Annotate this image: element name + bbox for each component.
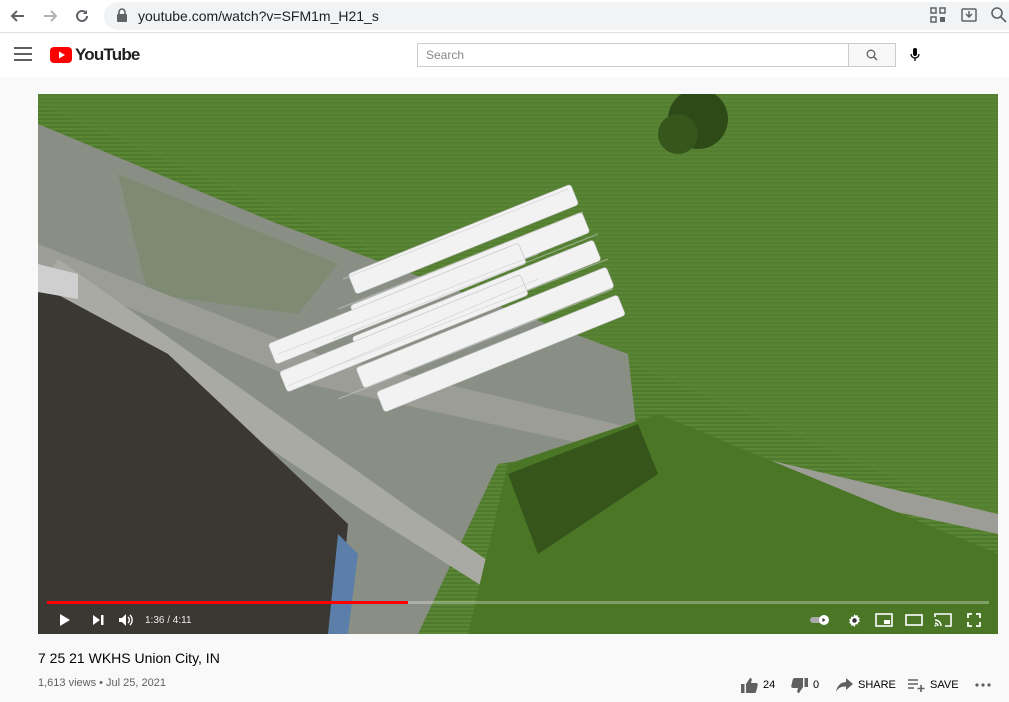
reload-button[interactable] xyxy=(70,4,94,28)
search-input[interactable]: Search xyxy=(417,43,849,67)
like-button[interactable]: 24 xyxy=(741,676,775,694)
settings-button[interactable] xyxy=(844,610,864,630)
back-arrow-icon xyxy=(10,10,24,22)
video-player[interactable]: 1:36 / 4:11 xyxy=(38,94,998,634)
more-horizontal-icon xyxy=(975,683,991,687)
save-button[interactable]: SAVE xyxy=(908,676,959,694)
play-icon xyxy=(60,614,70,626)
play-button[interactable] xyxy=(55,610,75,630)
volume-icon xyxy=(119,614,133,626)
time-display: 1:36 / 4:11 xyxy=(145,615,192,626)
youtube-header: YouTube Search xyxy=(0,33,1009,77)
thumbs-up-icon xyxy=(741,677,758,693)
thumbs-down-icon xyxy=(791,677,808,693)
youtube-logo[interactable]: YouTube xyxy=(50,45,140,65)
gear-icon xyxy=(848,613,860,627)
next-icon xyxy=(92,615,103,625)
reload-icon xyxy=(76,9,88,22)
miniplayer-button[interactable] xyxy=(874,610,894,630)
progress-bar[interactable] xyxy=(47,601,989,604)
miniplayer-icon xyxy=(875,613,893,627)
autoplay-toggle-icon xyxy=(810,615,829,625)
menu-icon[interactable] xyxy=(14,47,32,61)
lock-icon xyxy=(117,8,127,22)
cast-icon xyxy=(934,613,952,627)
fullscreen-button[interactable] xyxy=(964,610,984,630)
voice-search-button[interactable] xyxy=(906,45,924,65)
theater-mode-button[interactable] xyxy=(904,610,924,630)
search-button[interactable] xyxy=(848,43,896,67)
video-title: 7 25 21 WKHS Union City, IN xyxy=(38,650,220,666)
progress-played xyxy=(47,601,408,604)
save-label: SAVE xyxy=(930,679,959,691)
player-controls: 1:36 / 4:11 xyxy=(38,606,998,634)
share-label: SHARE xyxy=(858,679,896,691)
theater-mode-icon xyxy=(905,614,923,626)
logo-text: YouTube xyxy=(75,45,140,64)
like-count: 24 xyxy=(763,679,776,691)
share-arrow-icon xyxy=(836,678,853,692)
autoplay-toggle[interactable] xyxy=(808,610,834,630)
qr-code-icon[interactable] xyxy=(929,6,947,24)
mute-button[interactable] xyxy=(116,610,136,630)
fullscreen-icon xyxy=(967,613,981,627)
share-button[interactable]: SHARE xyxy=(836,676,896,694)
microphone-icon xyxy=(910,48,920,61)
address-bar[interactable]: youtube.com/watch?v=SFM1m_H21_s xyxy=(104,2,1009,30)
youtube-play-logo-icon xyxy=(50,47,72,63)
more-actions-button[interactable] xyxy=(975,676,996,694)
dislike-button[interactable]: 0 xyxy=(791,676,819,694)
playlist-add-icon xyxy=(908,679,925,692)
install-app-icon[interactable] xyxy=(960,6,978,24)
forward-arrow-icon xyxy=(44,10,58,22)
next-button[interactable] xyxy=(88,610,108,630)
back-button[interactable] xyxy=(6,4,30,28)
url-text: youtube.com/watch?v=SFM1m_H21_s xyxy=(138,8,379,24)
browser-toolbar: youtube.com/watch?v=SFM1m_H21_s xyxy=(0,0,1009,33)
video-meta: 1,613 views • Jul 25, 2021 xyxy=(38,677,166,689)
search-icon xyxy=(866,49,878,61)
dislike-count: 0 xyxy=(813,679,820,691)
zoom-icon[interactable] xyxy=(990,6,1008,24)
cast-button[interactable] xyxy=(933,610,953,630)
video-frame xyxy=(38,94,998,634)
forward-button[interactable] xyxy=(38,4,62,28)
